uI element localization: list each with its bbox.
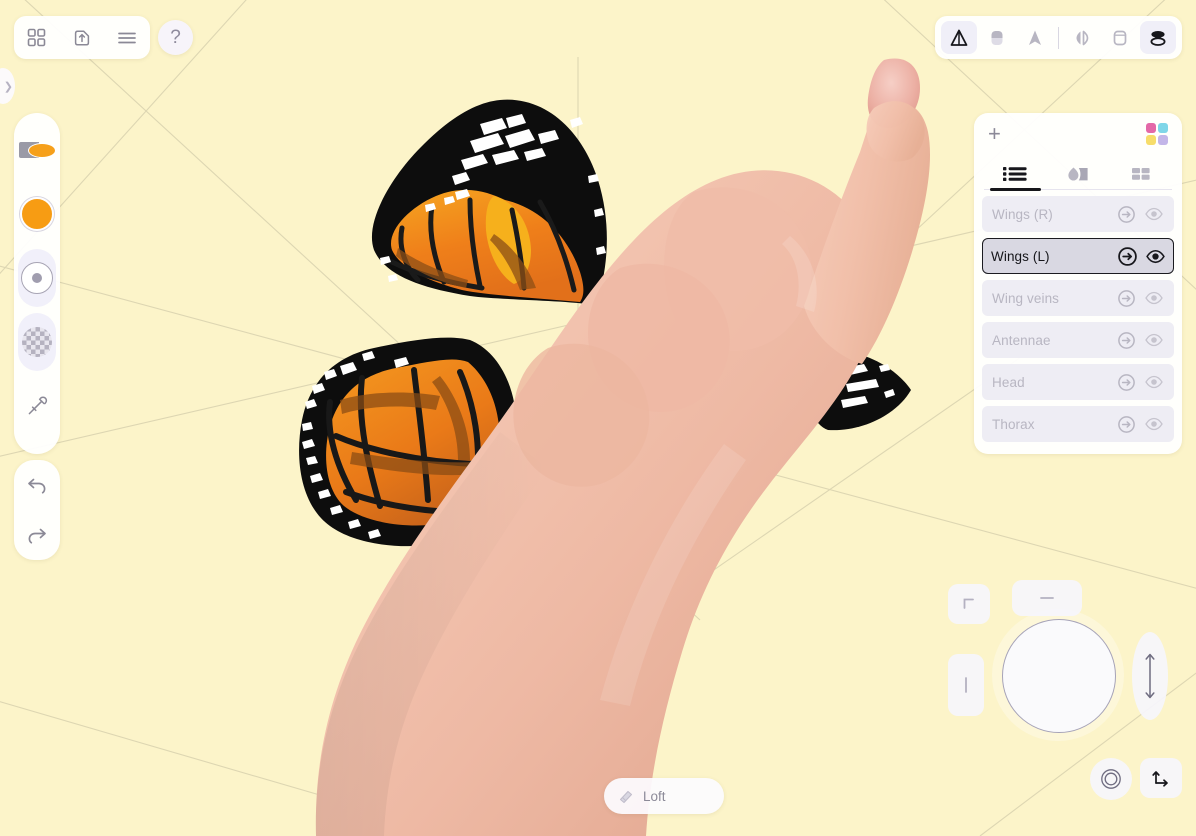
layer-row[interactable]: Wings (R) (982, 196, 1174, 232)
export-icon[interactable] (67, 23, 97, 53)
layer-list: Wings (R) Wings (L) Wing veins Antennae … (974, 190, 1182, 442)
mirror-icon (1076, 30, 1089, 45)
up-down-arrow-icon (1145, 653, 1155, 699)
arrow-into-circle-icon[interactable] (1112, 415, 1140, 434)
layers-tool-button[interactable] (1140, 21, 1176, 54)
color-swatch-button[interactable] (18, 185, 56, 243)
recenter-button[interactable] (1090, 758, 1132, 800)
eye-icon[interactable] (1140, 290, 1168, 306)
arrow-into-circle-icon[interactable] (1113, 246, 1141, 267)
loft-button[interactable]: Loft (604, 778, 724, 814)
grid-view-glyph (27, 28, 46, 47)
app-root: ❯ ? + Wings (R) Wings (L) Wing veins Ant… (0, 0, 1196, 836)
filled-arrow-icon (1029, 30, 1041, 45)
eye-icon[interactable] (1141, 248, 1169, 265)
orbit-control[interactable] (1002, 619, 1116, 733)
layers-panel-tabs (984, 155, 1172, 191)
grid-view-icon[interactable] (22, 23, 52, 53)
arrow-into-circle-icon[interactable] (1112, 289, 1140, 308)
arrow-into-circle-icon[interactable] (1112, 205, 1140, 224)
opacity-checker-icon (22, 327, 52, 357)
side-view-button[interactable] (948, 654, 984, 716)
brush-preview-icon (19, 137, 56, 163)
loft-tool-icon (619, 790, 633, 804)
loft-tool-button[interactable] (1017, 21, 1053, 54)
layers-panel-header: + (974, 113, 1182, 155)
export-glyph (74, 29, 90, 46)
layer-name: Head (992, 374, 1025, 390)
brush-size-icon (21, 262, 53, 294)
rounded-rect-half-icon (991, 30, 1003, 45)
undo-icon (28, 478, 46, 494)
layer-row[interactable]: Thorax (982, 406, 1174, 442)
loft-label: Loft (643, 788, 666, 804)
frame-tool-button[interactable] (1102, 21, 1138, 54)
tool-rail (14, 113, 60, 454)
layer-row[interactable]: Head (982, 364, 1174, 400)
tab-layers-list[interactable] (984, 159, 1047, 191)
axis-button[interactable] (1140, 758, 1182, 798)
list-icon (1003, 167, 1027, 181)
color-swatch-icon (20, 197, 54, 231)
elevation-slider[interactable] (1132, 632, 1168, 720)
eye-icon[interactable] (1140, 206, 1168, 222)
corner-view-button[interactable] (948, 584, 990, 624)
mirror-tool-button[interactable] (1064, 21, 1100, 54)
layer-name: Thorax (992, 416, 1035, 432)
layer-row[interactable]: Wing veins (982, 280, 1174, 316)
axis-icon (1152, 771, 1168, 787)
menu-icon[interactable] (112, 23, 142, 53)
dash-icon (1040, 597, 1054, 599)
layer-name: Wing veins (992, 290, 1060, 306)
grid-icon (1131, 168, 1150, 180)
triangle-outline-icon (950, 29, 968, 46)
top-left-toolbar (14, 16, 150, 59)
tab-materials[interactable] (1047, 159, 1110, 189)
toolbar-separator (1058, 26, 1059, 49)
redo-icon (28, 528, 46, 544)
layer-name: Wings (R) (992, 206, 1053, 222)
layer-name: Antennae (992, 332, 1051, 348)
bar-icon (965, 677, 967, 693)
revolve-tool-button[interactable] (979, 21, 1015, 54)
layers-stack-icon (1150, 30, 1166, 46)
opacity-button[interactable] (18, 313, 56, 371)
layer-name: Wings (L) (991, 248, 1050, 264)
brush-size-button[interactable] (18, 249, 56, 307)
brush-preview-button[interactable] (18, 121, 56, 179)
undo-button[interactable] (20, 468, 54, 502)
chevron-right-icon: ❯ (3, 80, 13, 93)
rounded-rect-outline-icon (1113, 30, 1127, 45)
add-layer-button[interactable]: + (988, 123, 1001, 145)
top-view-button[interactable] (1012, 580, 1082, 616)
corner-icon (963, 598, 974, 609)
arrow-into-circle-icon[interactable] (1112, 331, 1140, 350)
eye-icon[interactable] (1140, 416, 1168, 432)
target-icon (1101, 769, 1121, 789)
extrude-tool-button[interactable] (941, 21, 977, 54)
eyedropper-icon (28, 396, 48, 415)
navigation-widget (940, 576, 1182, 806)
tab-grid[interactable] (1109, 159, 1172, 189)
eyedropper-button[interactable] (18, 377, 56, 435)
eye-icon[interactable] (1140, 374, 1168, 390)
shapes-icon (1068, 167, 1088, 181)
color-wheel-icon[interactable] (1146, 123, 1168, 145)
hamburger-glyph (118, 32, 137, 43)
arrow-into-circle-icon[interactable] (1112, 373, 1140, 392)
help-label: ? (170, 26, 181, 48)
top-right-toolbar (935, 16, 1182, 59)
help-button[interactable]: ? (158, 20, 193, 55)
layers-panel: + Wings (R) Wings (L) Wing veins Antenna… (974, 113, 1182, 454)
eye-icon[interactable] (1140, 332, 1168, 348)
layer-row[interactable]: Antennae (982, 322, 1174, 358)
redo-button[interactable] (20, 518, 54, 552)
layer-row[interactable]: Wings (L) (982, 238, 1174, 274)
history-rail (14, 460, 60, 560)
